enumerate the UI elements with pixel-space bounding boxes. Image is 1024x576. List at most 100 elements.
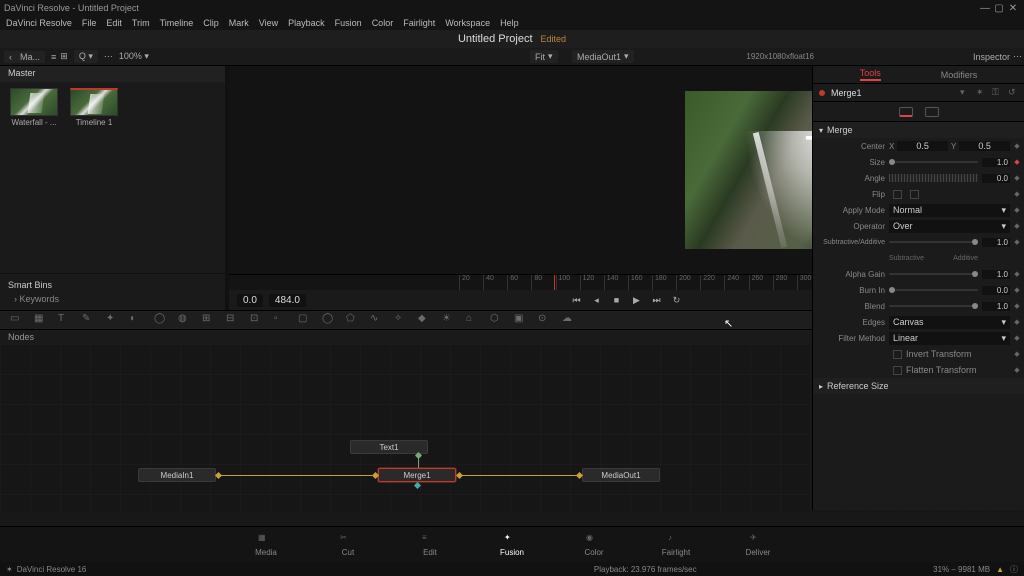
transform-tool-icon[interactable]: ⊡ xyxy=(250,313,264,327)
node-merge[interactable]: Merge1 xyxy=(378,468,456,482)
timeline-thumb[interactable]: Timeline 1 xyxy=(70,88,118,127)
minimize-icon[interactable]: — xyxy=(978,3,992,14)
page-color[interactable]: ◉Color xyxy=(571,533,617,557)
operator-dropdown[interactable]: Over▾ xyxy=(889,220,1010,233)
shape3d-tool-icon[interactable]: ⬡ xyxy=(490,313,504,327)
tab-settings-icon[interactable] xyxy=(925,107,939,117)
menu-help[interactable]: Help xyxy=(500,18,519,28)
paint-tool-icon[interactable]: ✎ xyxy=(82,313,96,327)
background-tool-icon[interactable]: ▭ xyxy=(10,313,24,327)
blur-tool-icon[interactable]: ◍ xyxy=(178,313,192,327)
menu-playback[interactable]: Playback xyxy=(288,18,325,28)
edges-dropdown[interactable]: Canvas▾ xyxy=(889,316,1010,329)
section-refsize[interactable]: ▸Reference Size xyxy=(813,378,1024,394)
flatten-checkbox[interactable] xyxy=(893,366,902,375)
menu-mark[interactable]: Mark xyxy=(229,18,249,28)
versions-icon[interactable]: ▾ xyxy=(960,87,970,98)
menu-workspace[interactable]: Workspace xyxy=(445,18,490,28)
image3d-tool-icon[interactable]: ▣ xyxy=(514,313,528,327)
prev-frame-button[interactable]: ◂ xyxy=(590,293,604,307)
text-tool-icon[interactable]: T xyxy=(58,313,72,327)
spline-button[interactable]: ∿ Spline xyxy=(695,30,755,47)
polygon-mask-icon[interactable]: ⬠ xyxy=(346,313,360,327)
metadata-button[interactable]: ☰ Metadata xyxy=(844,30,918,47)
first-frame-button[interactable]: ⏮ xyxy=(570,293,584,307)
list-view-icon[interactable]: ≡ xyxy=(51,52,56,62)
lock-icon[interactable]: ⚿ xyxy=(992,87,1002,98)
loop-button[interactable]: ↻ xyxy=(670,293,684,307)
thumb-view-icon[interactable]: ⊞ xyxy=(60,51,68,62)
wand-tool-icon[interactable]: ✧ xyxy=(394,313,408,327)
page-fairlight[interactable]: ♪Fairlight xyxy=(653,533,699,557)
menu-fairlight[interactable]: Fairlight xyxy=(403,18,435,28)
flip-h-checkbox[interactable] xyxy=(893,190,902,199)
light-tool-icon[interactable]: ☀ xyxy=(442,313,456,327)
applymode-dropdown[interactable]: Normal▾ xyxy=(889,204,1010,217)
burnin-slider[interactable] xyxy=(889,289,978,291)
maximize-icon[interactable]: ▢ xyxy=(992,3,1006,14)
timecode-in[interactable]: 0.0 xyxy=(237,294,263,307)
merge-tool-icon[interactable]: ⊟ xyxy=(226,313,240,327)
inspector-button[interactable]: ✶ Inspector xyxy=(923,30,996,47)
tab-controls-icon[interactable] xyxy=(899,107,913,117)
timecode-dur[interactable]: 484.0 xyxy=(269,294,306,307)
node-text[interactable]: Text1 xyxy=(350,440,428,454)
chroma-tool-icon[interactable]: ◆ xyxy=(418,313,432,327)
expand-right-button[interactable]: ◫ xyxy=(996,30,1024,47)
play-button[interactable]: ▶ xyxy=(630,293,644,307)
alphagain-slider[interactable] xyxy=(889,273,978,275)
tab-tools[interactable]: Tools xyxy=(860,68,881,81)
mask-tool-icon[interactable]: ◐ xyxy=(130,313,144,327)
mediapool-button[interactable]: ▦ Media Pool xyxy=(33,30,115,47)
effects-button[interactable]: ✦ Effects Library xyxy=(120,30,216,47)
menu-color[interactable]: Color xyxy=(372,18,394,28)
menu-timeline[interactable]: Timeline xyxy=(160,18,194,28)
smartbin-keywords[interactable]: › Keywords xyxy=(8,292,217,306)
tracker-tool-icon[interactable]: ✦ xyxy=(106,313,120,327)
page-fusion[interactable]: ✦Fusion xyxy=(489,533,535,557)
tab-modifiers[interactable]: Modifiers xyxy=(941,70,978,80)
menu-file[interactable]: File xyxy=(82,18,97,28)
pin-icon[interactable]: ✶ xyxy=(976,87,986,98)
zoom-left[interactable]: 100% ▾ xyxy=(119,51,149,62)
node-mediain[interactable]: MediaIn1 xyxy=(138,468,216,482)
expand-button[interactable]: ◫ xyxy=(0,30,28,47)
menu-view[interactable]: View xyxy=(259,18,278,28)
center-y-field[interactable]: 0.5 xyxy=(959,141,1010,151)
center-x-field[interactable]: 0.5 xyxy=(897,141,948,151)
bspline-mask-icon[interactable]: ∿ xyxy=(370,313,384,327)
close-icon[interactable]: ✕ xyxy=(1006,3,1020,14)
rectangle-mask-icon[interactable]: ▢ xyxy=(298,313,312,327)
menu-davinci[interactable]: DaVinci Resolve xyxy=(6,18,72,28)
nodes-button[interactable]: ⊶ Nodes xyxy=(280,30,341,47)
blend-slider[interactable] xyxy=(889,305,978,307)
left-viewer[interactable] xyxy=(229,66,627,274)
bin-dropdown[interactable]: ‹ Ma... xyxy=(4,51,45,63)
menu-trim[interactable]: Trim xyxy=(132,18,150,28)
node-mediaout[interactable]: MediaOut1 xyxy=(582,468,660,482)
menu-clip[interactable]: Clip xyxy=(203,18,219,28)
fit-dropdown[interactable]: Fit ▾ xyxy=(530,50,558,63)
keyframes-button[interactable]: ◇ Keyframes xyxy=(759,30,839,47)
page-deliver[interactable]: ✈Deliver xyxy=(735,533,781,557)
mediaout-dropdown[interactable]: MediaOut1 ▾ xyxy=(572,50,634,63)
channel-tool-icon[interactable]: ⊞ xyxy=(202,313,216,327)
clips-button[interactable]: ⊞ Clips xyxy=(221,30,275,47)
subadd-slider[interactable] xyxy=(889,241,978,243)
fastnoise-tool-icon[interactable]: ▦ xyxy=(34,313,48,327)
menu-edit[interactable]: Edit xyxy=(106,18,122,28)
color-tool-icon[interactable]: ◯ xyxy=(154,313,168,327)
flip-v-checkbox[interactable] xyxy=(910,190,919,199)
render3d-tool-icon[interactable]: ⊙ xyxy=(538,313,552,327)
stop-button[interactable]: ■ xyxy=(610,293,624,307)
last-frame-button[interactable]: ⏭ xyxy=(650,293,664,307)
ellipse-mask-icon[interactable]: ◯ xyxy=(322,313,336,327)
size-slider[interactable] xyxy=(889,161,978,163)
bin-master[interactable]: Master xyxy=(0,66,225,82)
info-icon[interactable]: ⓘ xyxy=(1010,564,1018,575)
page-cut[interactable]: ✂Cut xyxy=(325,533,371,557)
warning-icon[interactable]: ▲ xyxy=(996,565,1004,574)
invert-checkbox[interactable] xyxy=(893,350,902,359)
resize-tool-icon[interactable]: ▫ xyxy=(274,313,288,327)
search-dropdown[interactable]: Q ▾ xyxy=(74,50,98,63)
